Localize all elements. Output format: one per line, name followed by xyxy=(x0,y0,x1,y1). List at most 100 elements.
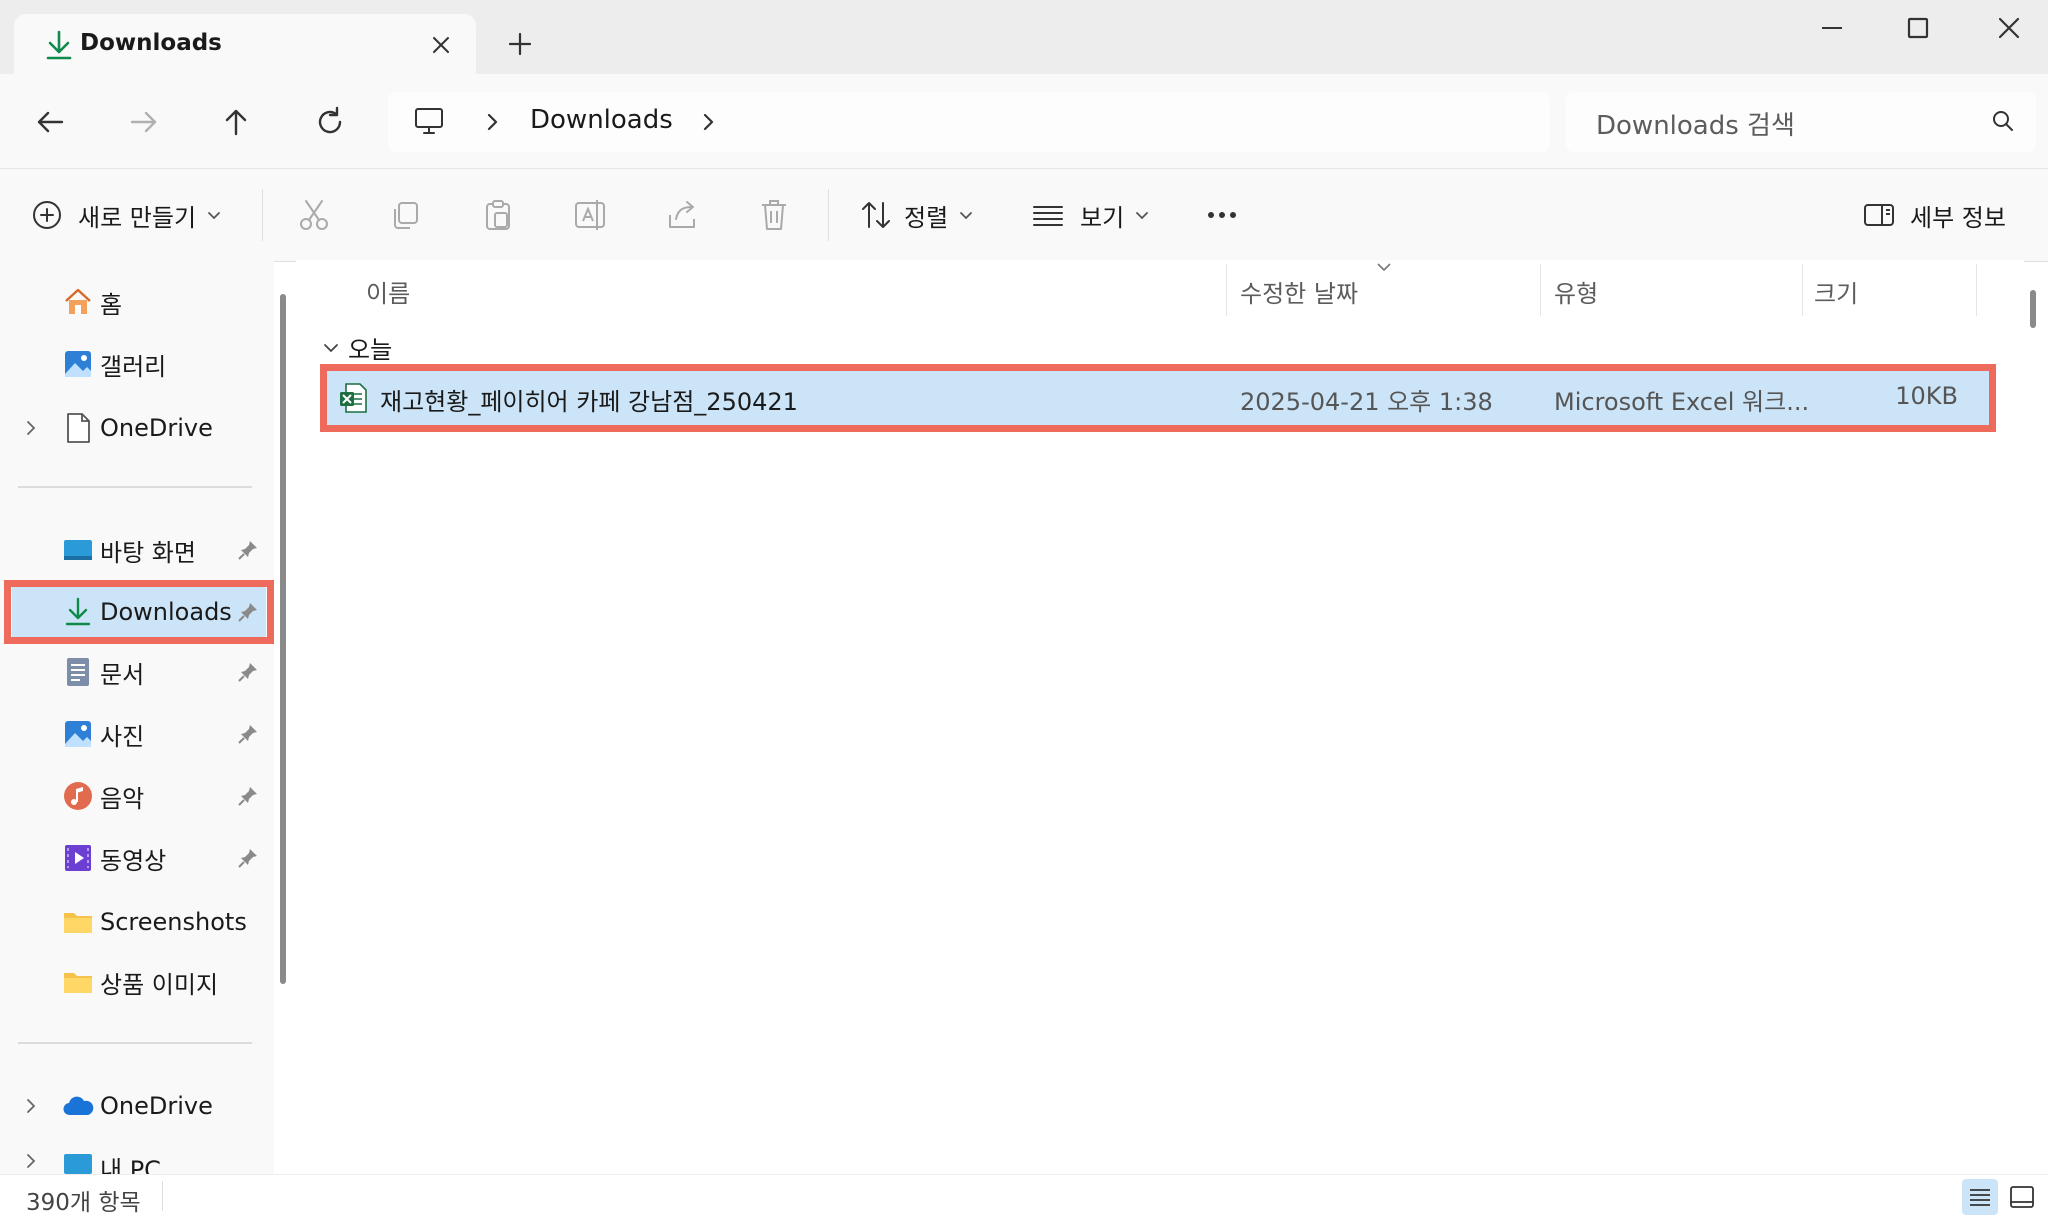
chevron-right-icon[interactable] xyxy=(22,419,40,437)
breadcrumb-downloads[interactable]: Downloads xyxy=(530,105,673,135)
command-bar: 새로 만들기 정렬 보기 세부 정보 xyxy=(0,168,2048,262)
address-row: Downloads Downloads 검색 xyxy=(0,74,2048,168)
more-options-icon[interactable] xyxy=(1202,195,1242,235)
documents-icon xyxy=(67,658,89,686)
forward-arrow-icon[interactable] xyxy=(124,102,164,142)
file-list: 이름 수정한 날짜 유형 크기 오늘 재고현황_페이히어 카페 강남점_2504… xyxy=(296,260,2024,1174)
copy-icon[interactable] xyxy=(386,195,426,235)
pin-icon[interactable] xyxy=(236,784,260,808)
folder-icon xyxy=(64,973,92,993)
address-bar[interactable]: Downloads xyxy=(388,92,1550,152)
sidebar-item-label: OneDrive xyxy=(100,1092,213,1120)
sidebar-item-onedrive-cloud[interactable]: OneDrive xyxy=(0,1078,270,1134)
column-header-type[interactable]: 유형 xyxy=(1554,274,1598,318)
folder-icon xyxy=(64,913,92,933)
navigation-pane: 홈 갤러리 OneDrive 바탕 화면 Downloads 문서 사진 음악 … xyxy=(0,260,274,1174)
sidebar-item-home[interactable]: 홈 xyxy=(0,274,270,330)
status-divider xyxy=(162,1181,163,1211)
sidebar-item-label: 상품 이미지 xyxy=(100,970,219,999)
chevron-right-icon[interactable] xyxy=(22,1152,40,1170)
sort-icon xyxy=(862,202,890,228)
group-header-today[interactable]: 오늘 xyxy=(320,330,392,365)
up-arrow-icon[interactable] xyxy=(216,102,256,142)
sidebar-item-label: 사진 xyxy=(100,722,145,751)
search-input[interactable]: Downloads 검색 xyxy=(1566,92,2036,152)
view-label: 보기 xyxy=(1080,203,1125,232)
sort-label: 정렬 xyxy=(904,203,949,232)
sidebar-item-product-images[interactable]: 상품 이미지 xyxy=(0,954,270,1010)
column-header-size[interactable]: 크기 xyxy=(1814,274,1858,318)
sidebar-item-label: 갤러리 xyxy=(100,352,167,381)
column-divider[interactable] xyxy=(1802,264,1803,316)
sidebar-item-screenshots[interactable]: Screenshots xyxy=(0,894,270,950)
group-label: 오늘 xyxy=(348,336,393,364)
column-divider[interactable] xyxy=(1226,264,1227,316)
refresh-icon[interactable] xyxy=(310,102,350,142)
toolbar-divider xyxy=(262,189,263,241)
document-icon xyxy=(67,413,90,443)
new-tab-icon[interactable] xyxy=(502,26,538,62)
share-icon[interactable] xyxy=(662,195,702,235)
close-window-icon[interactable] xyxy=(1980,12,2040,52)
sidebar-item-gallery[interactable]: 갤러리 xyxy=(0,336,270,392)
sidebar-item-music[interactable]: 음악 xyxy=(0,768,270,824)
sort-button[interactable]: 정렬 xyxy=(858,193,976,237)
column-divider[interactable] xyxy=(1540,264,1541,316)
details-view-icon[interactable] xyxy=(1962,1179,1998,1215)
home-icon xyxy=(65,288,91,314)
maximize-icon[interactable] xyxy=(1888,12,1948,52)
sidebar-item-videos[interactable]: 동영상 xyxy=(0,830,270,886)
close-tab-icon[interactable] xyxy=(424,28,458,62)
sidebar-item-desktop[interactable]: 바탕 화면 xyxy=(0,522,270,578)
sidebar-item-label: 내 PC xyxy=(100,1156,161,1174)
sidebar-item-this-pc[interactable]: 내 PC xyxy=(0,1132,270,1174)
desktop-icon xyxy=(64,540,92,560)
back-arrow-icon[interactable] xyxy=(30,102,70,142)
column-header-name[interactable]: 이름 xyxy=(366,274,410,318)
sidebar-item-documents[interactable]: 문서 xyxy=(0,644,270,700)
minimize-icon[interactable] xyxy=(1802,12,1862,52)
new-button[interactable]: 새로 만들기 xyxy=(30,193,224,237)
cut-icon[interactable] xyxy=(294,195,334,235)
highlight-downloads xyxy=(4,580,274,644)
rename-icon[interactable] xyxy=(570,195,610,235)
column-header-modified[interactable]: 수정한 날짜 xyxy=(1240,274,1358,318)
delete-icon[interactable] xyxy=(754,195,794,235)
sidebar-item-label: 홈 xyxy=(100,290,123,319)
sidebar-scrollbar[interactable] xyxy=(280,294,286,984)
tiles-view-icon[interactable] xyxy=(2004,1179,2040,1215)
pin-icon[interactable] xyxy=(236,538,260,562)
sidebar-item-label: 문서 xyxy=(100,660,145,689)
videos-icon xyxy=(65,845,91,871)
pin-icon[interactable] xyxy=(236,846,260,870)
content-scrollbar[interactable] xyxy=(2030,290,2036,328)
cloud-icon xyxy=(63,1096,94,1116)
view-list-icon xyxy=(1033,206,1063,226)
chevron-down-icon xyxy=(960,212,973,220)
sort-indicator-icon xyxy=(1377,263,1391,272)
chevron-right-icon[interactable] xyxy=(696,108,722,136)
sidebar-divider xyxy=(18,1042,252,1044)
title-bar: Downloads xyxy=(0,0,2048,74)
this-pc-icon[interactable] xyxy=(412,104,446,138)
column-divider[interactable] xyxy=(1976,264,1977,316)
sidebar-item-label: 음악 xyxy=(100,784,145,813)
chevron-right-icon[interactable] xyxy=(22,1097,40,1115)
pin-icon[interactable] xyxy=(236,660,260,684)
paste-icon[interactable] xyxy=(478,195,518,235)
chevron-right-icon[interactable] xyxy=(480,108,506,136)
sidebar-item-label: Screenshots xyxy=(100,908,247,936)
sidebar-divider xyxy=(18,486,252,488)
highlight-file-row xyxy=(320,364,1996,432)
view-button[interactable]: 보기 xyxy=(1030,193,1152,237)
pin-icon[interactable] xyxy=(236,722,260,746)
tab-title: Downloads xyxy=(80,30,222,56)
chevron-down-icon xyxy=(208,212,220,220)
sidebar-item-pictures[interactable]: 사진 xyxy=(0,706,270,762)
tab-downloads[interactable]: Downloads xyxy=(14,14,476,74)
search-icon[interactable] xyxy=(1990,108,2016,134)
sidebar-item-onedrive[interactable]: OneDrive xyxy=(0,400,270,456)
details-pane-button[interactable]: 세부 정보 xyxy=(1862,193,2006,237)
sidebar-item-label: OneDrive xyxy=(100,414,213,442)
toolbar-divider xyxy=(828,189,829,241)
